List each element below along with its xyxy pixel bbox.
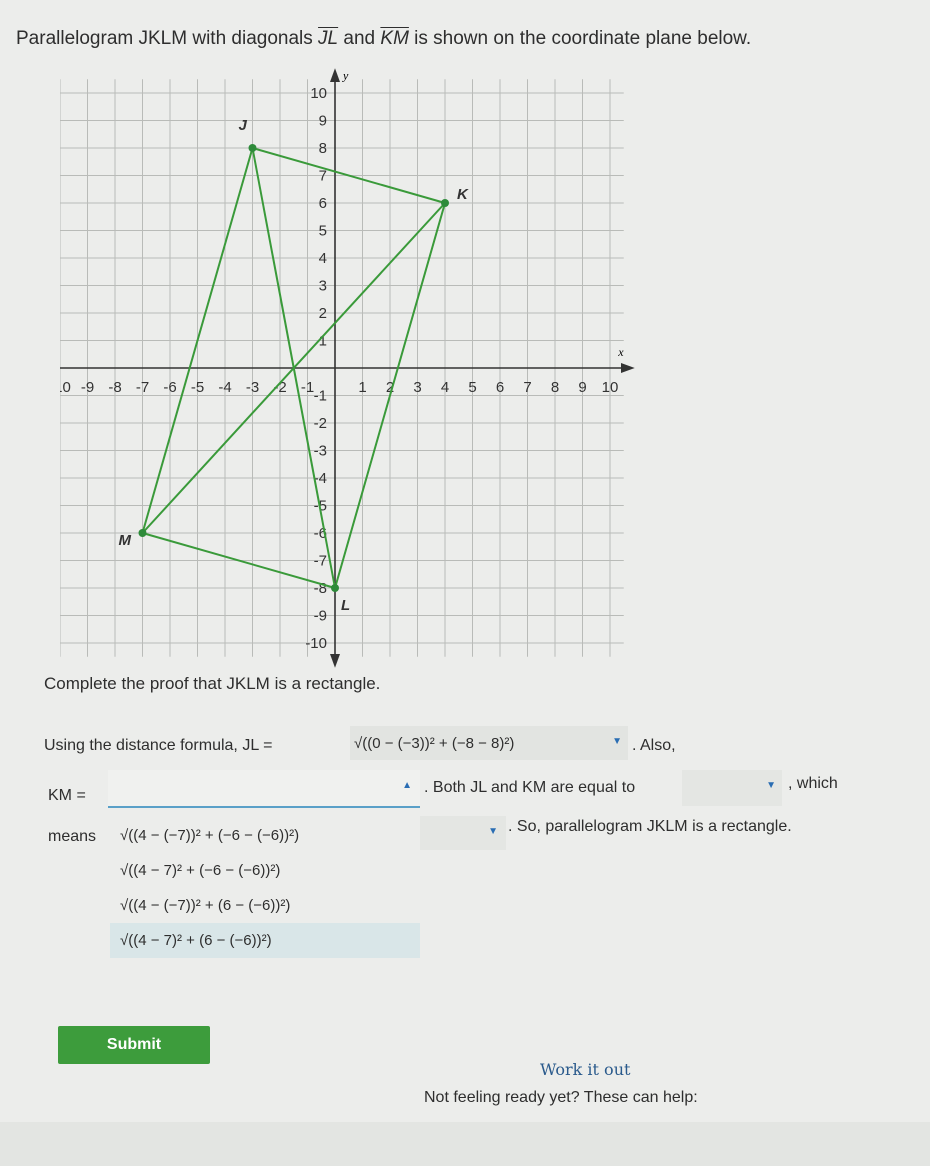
proof-line-1: Using the distance formula, JL = [44, 737, 272, 755]
equal-value-dropdown[interactable]: ▼ [682, 770, 782, 806]
y-tick-label: 10 [310, 85, 327, 102]
y-tick-label: -1 [314, 388, 327, 405]
coordinate-plane: x y -10 -9 -8 -7 -6 -5 -4 -3 -2 -1 1 2 3 4 5 6 7 8 9 10 10 9 8 7 6… [60, 68, 635, 668]
y-tick-label: 2 [319, 305, 327, 322]
x-tick-label: 4 [441, 379, 449, 396]
line1-prefix: Using the distance formula, JL = [44, 737, 273, 754]
km-options-list: √((4 − (−7))² + (−6 − (−6))²) √((4 − 7)²… [110, 818, 420, 958]
y-tick-label: -10 [305, 635, 327, 652]
y-tick-label: 9 [319, 113, 327, 130]
intro-text: Parallelogram JKLM with diagonals [16, 28, 319, 49]
point-label-k: K [457, 186, 469, 203]
line2-mid: . Both JL and KM are equal to [424, 779, 636, 796]
x-tick-label: -8 [108, 379, 121, 396]
line3-suffix: . So, parallelogram JKLM is a rectangle. [508, 818, 792, 835]
line2-end: , which [788, 775, 838, 792]
x-tick-label: 8 [551, 379, 559, 396]
km-dropdown[interactable]: ▲ [108, 770, 420, 808]
chevron-down-icon: ▼ [612, 736, 622, 747]
intro-after: is shown on the coordinate plane below. [408, 28, 752, 49]
y-tick-label: -7 [314, 553, 327, 570]
km-option-2[interactable]: √((4 − 7)² + (−6 − (−6))²) [110, 853, 420, 888]
point-label-l: L [341, 597, 350, 614]
proof-title: Complete the proof that JKLM is a rectan… [44, 674, 381, 693]
diagonal-km: KM [380, 28, 409, 49]
x-axis-label: x [617, 345, 624, 359]
x-tick-label: 6 [496, 379, 504, 396]
point-m [138, 529, 147, 537]
x-tick-label: 7 [523, 379, 531, 396]
x-tick-label: 3 [413, 379, 421, 396]
chevron-down-icon: ▼ [766, 780, 776, 791]
km-option-4[interactable]: √((4 − 7)² + (6 − (−6))²) [110, 923, 420, 958]
y-tick-label: 4 [319, 250, 327, 267]
km-option-3[interactable]: √((4 − (−7))² + (6 − (−6))²) [110, 888, 420, 923]
y-tick-label: 6 [319, 195, 327, 212]
y-tick-label: -3 [314, 443, 327, 460]
bottom-bar [0, 1122, 930, 1166]
km-option-1[interactable]: √((4 − (−7))² + (−6 − (−6))²) [110, 818, 420, 853]
point-label-m: M [119, 532, 132, 549]
conclusion-dropdown[interactable]: ▼ [420, 816, 506, 850]
y-axis-arrow-up [330, 68, 340, 82]
chevron-down-icon: ▼ [488, 826, 498, 837]
x-tick-label: 9 [578, 379, 586, 396]
jl-selected-value: √((0 − (−3))² + (−8 − 8)²) [354, 734, 515, 752]
x-tick-label: -4 [218, 379, 231, 396]
x-tick-label: -10 [60, 379, 71, 396]
y-tick-label: 8 [319, 140, 327, 157]
line3-prefix: means [48, 828, 97, 845]
y-tick-label: 5 [319, 223, 327, 240]
line1-suffix: . Also, [632, 737, 676, 754]
point-l [331, 584, 339, 592]
question-text: Parallelogram JKLM with diagonals JL and… [16, 28, 751, 50]
x-tick-label: 5 [468, 379, 476, 396]
y-tick-label: -2 [314, 415, 327, 432]
y-tick-label: 7 [319, 168, 327, 185]
help-text: Not feeling ready yet? These can help: [424, 1089, 698, 1106]
x-tick-label: -9 [81, 379, 94, 396]
y-tick-label: -9 [314, 608, 327, 625]
x-axis-arrow-right [621, 363, 635, 373]
chevron-up-icon: ▲ [402, 780, 412, 791]
x-tick-label: -6 [163, 379, 176, 396]
point-k [441, 199, 449, 207]
y-tick-label: 3 [319, 278, 327, 295]
y-axis-arrow-down [330, 654, 340, 668]
diagonal-jl: JL [318, 28, 339, 49]
x-tick-label: -5 [191, 379, 204, 396]
work-it-out-link[interactable]: Work it out [540, 1060, 630, 1079]
km-label: KM = [48, 787, 86, 804]
submit-button[interactable]: Submit [58, 1026, 210, 1064]
y-axis-label: y [342, 68, 349, 82]
x-tick-label: 1 [358, 379, 366, 396]
x-tick-label: -7 [136, 379, 149, 396]
jl-dropdown[interactable]: √((0 − (−3))² + (−8 − 8)²) ▼ [350, 726, 628, 760]
point-j [248, 144, 257, 152]
x-tick-label: -1 [301, 379, 314, 396]
intro-mid: and [338, 28, 381, 49]
x-tick-label: -3 [246, 379, 259, 396]
point-label-j: J [239, 117, 248, 134]
x-tick-label: 10 [602, 379, 619, 396]
